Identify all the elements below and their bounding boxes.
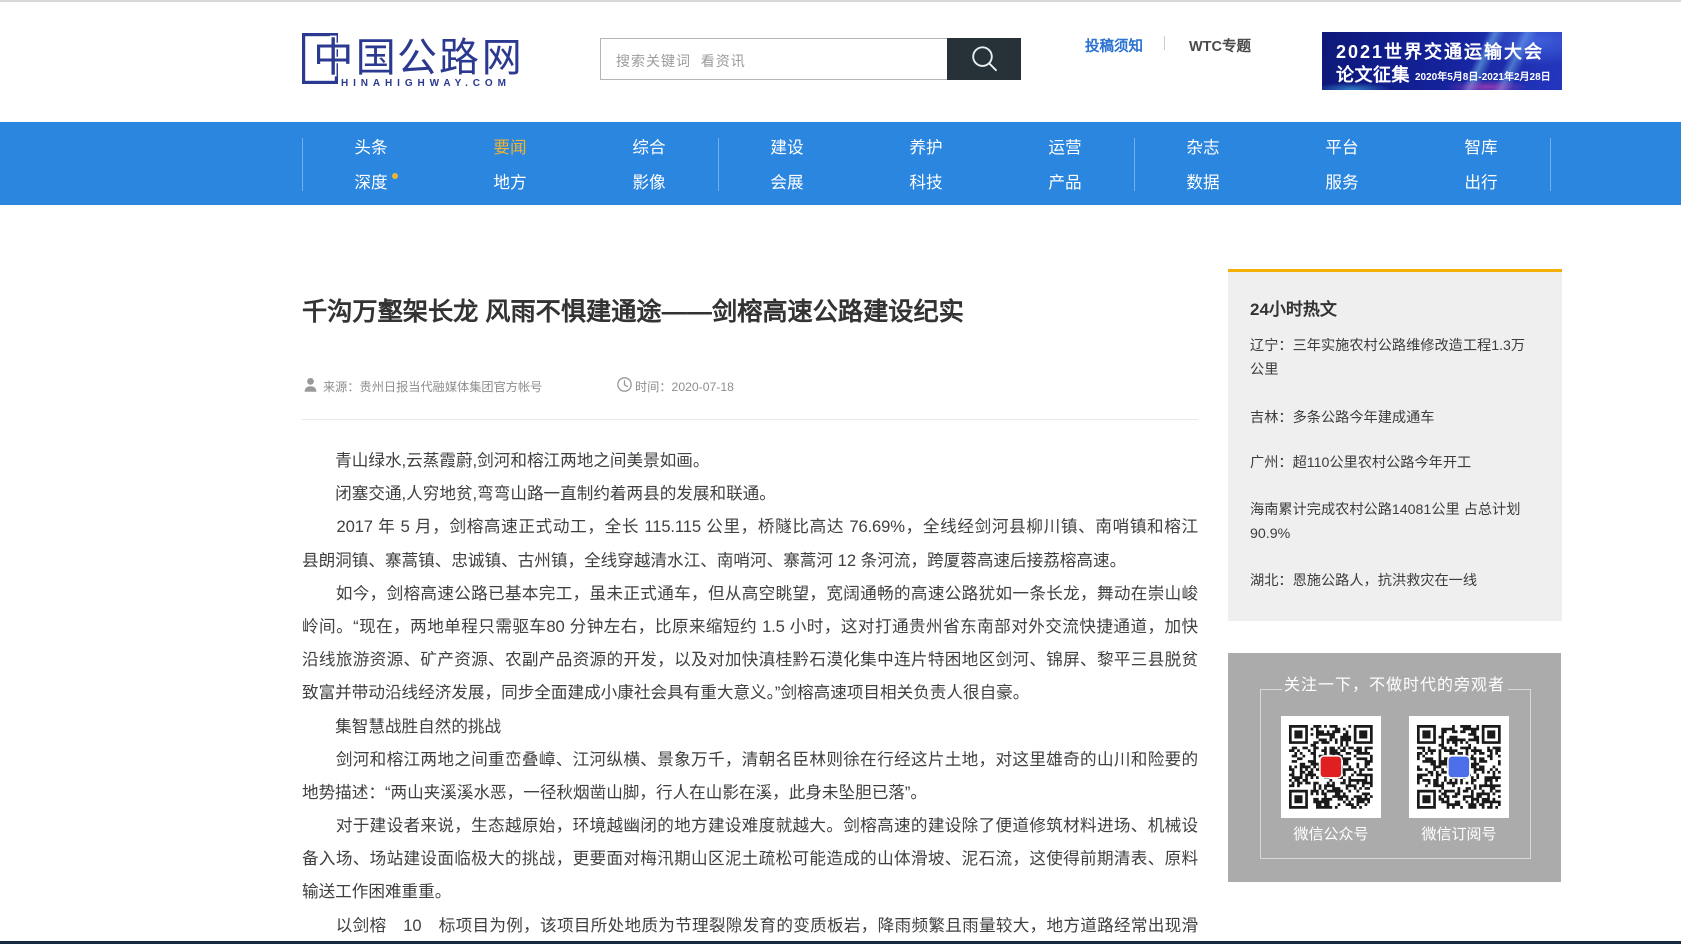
svg-text:公: 公 xyxy=(397,35,437,80)
svg-text:路: 路 xyxy=(439,35,479,80)
svg-text:中: 中 xyxy=(313,35,353,80)
svg-text:网: 网 xyxy=(482,35,522,80)
svg-text:HINAHIGHWAY.COM: HINAHIGHWAY.COM xyxy=(341,78,511,89)
svg-text:国: 国 xyxy=(356,35,396,80)
